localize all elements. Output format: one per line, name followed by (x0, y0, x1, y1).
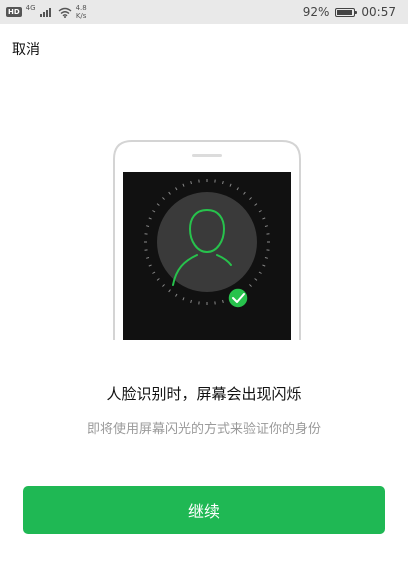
continue-button[interactable]: 继续 (23, 486, 385, 534)
status-time: 00:57 (361, 5, 396, 19)
scan-disc (157, 192, 257, 292)
check-icon (227, 287, 249, 309)
wifi-icon (58, 7, 72, 18)
hd-icon: HD (6, 7, 22, 17)
network-speed: 4.8 K/s (76, 4, 87, 20)
battery-fill (337, 9, 353, 15)
phone-speaker (192, 154, 222, 157)
status-left: HD 4G 4.8 K/s (6, 3, 87, 21)
face-scan-illustration (113, 140, 301, 340)
status-right: 92% 00:57 (303, 3, 396, 21)
battery-percent: 92% (302, 5, 330, 19)
page-subtitle: 即将使用屏幕闪光的方式来验证你的身份 (86, 422, 321, 437)
signal-icon (39, 8, 51, 17)
status-bar: HD 4G 4.8 K/s 92% 00:57 (0, 0, 408, 24)
network-type: 4G (25, 4, 36, 12)
cancel-button[interactable]: 取消 (12, 39, 40, 59)
battery-icon (335, 7, 358, 17)
speed-unit: K/s (75, 12, 87, 20)
speed-value: 4.8 (75, 4, 87, 12)
page-title: 人脸识别时，屏幕会出现闪烁 (106, 385, 302, 403)
